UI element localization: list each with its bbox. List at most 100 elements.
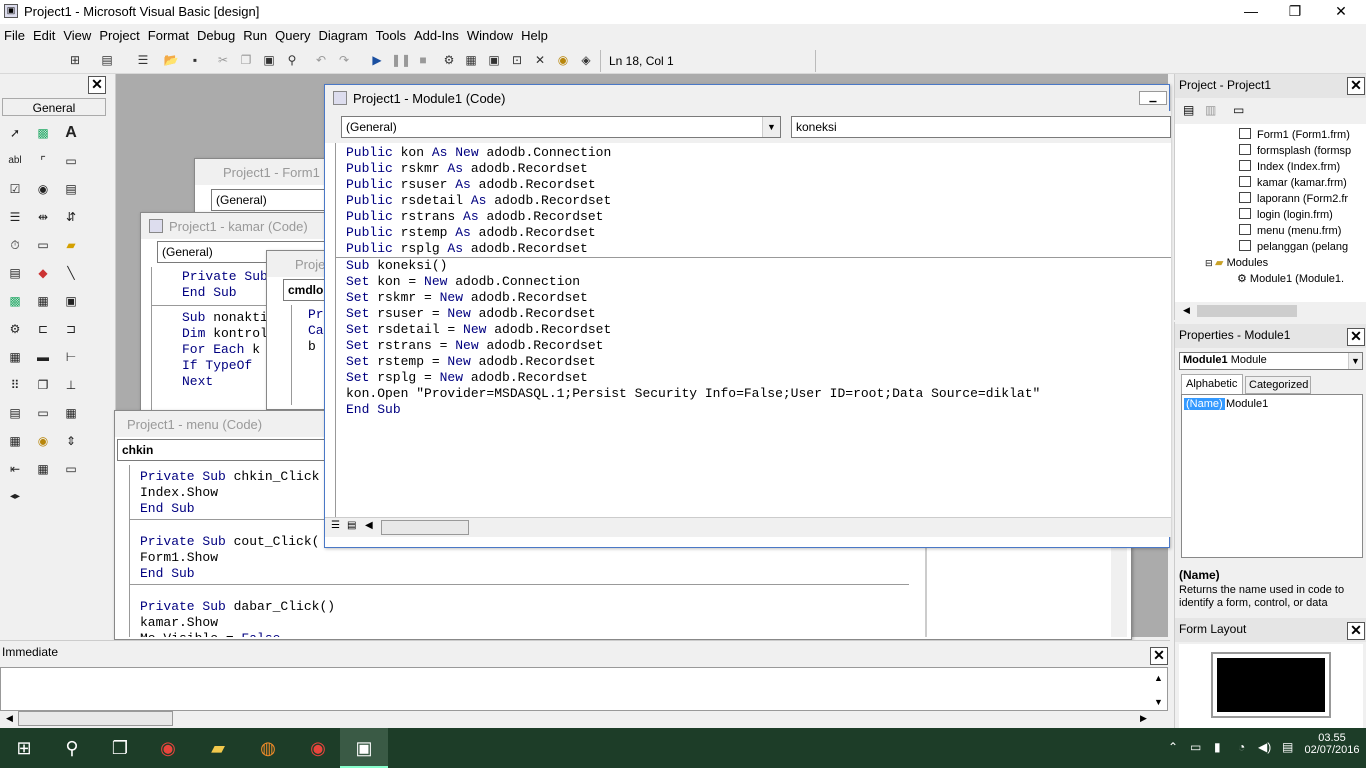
tab-alphabetic[interactable]: Alphabetic xyxy=(1181,374,1243,394)
close-button[interactable]: ✕ xyxy=(1318,0,1364,24)
action-center-icon[interactable]: ▤ xyxy=(1282,740,1293,754)
restore-button[interactable]: ❐ xyxy=(1272,0,1318,24)
menu-view[interactable]: View xyxy=(59,24,95,43)
chrome-user-icon[interactable]: ◉ xyxy=(304,734,332,762)
procedure-combo[interactable]: koneksi xyxy=(791,116,1171,138)
horizontal-scroll-thumb[interactable] xyxy=(381,520,469,535)
property-value-cell[interactable]: Module1 xyxy=(1226,398,1268,410)
undo-icon[interactable]: ↶ xyxy=(312,51,330,69)
immediate-hscrollbar[interactable]: ◀ ▶ xyxy=(0,711,1168,727)
commandbutton-icon[interactable]: ▭ xyxy=(60,150,82,172)
project-explorer-close-button[interactable]: ✕ xyxy=(1347,77,1365,95)
network-icon[interactable]: ◔ xyxy=(1238,740,1245,754)
tree-item-menu[interactable]: menu (menu.frm) xyxy=(1239,224,1341,237)
redo-icon[interactable]: ↷ xyxy=(335,51,353,69)
properties-window-icon[interactable]: ▦ xyxy=(462,51,480,69)
toggle-folders-icon[interactable]: ▭ xyxy=(1233,103,1244,117)
hscrollbar-icon[interactable]: ⇹ xyxy=(32,206,54,228)
menu-debug[interactable]: Debug xyxy=(193,24,239,43)
tabstrip-icon[interactable]: ▦ xyxy=(60,402,82,424)
scroll-left-arrow[interactable]: ◀ xyxy=(6,713,13,724)
form-layout-icon[interactable]: ▣ xyxy=(485,51,503,69)
keyboard-icon[interactable]: ▭ xyxy=(1190,740,1201,754)
tree-item-login[interactable]: login (login.frm) xyxy=(1239,208,1333,221)
scroll-down-arrow[interactable]: ▼ xyxy=(1154,697,1163,707)
find-icon[interactable]: ⚲ xyxy=(283,51,301,69)
paste-icon[interactable]: ▣ xyxy=(260,51,278,69)
tree-item-formsplash[interactable]: formsplash (formsp xyxy=(1239,144,1351,157)
start-icon[interactable]: ⊞ xyxy=(10,734,38,762)
menu-edit[interactable]: Edit xyxy=(29,24,59,43)
monthview-icon[interactable]: ▦ xyxy=(32,458,54,480)
animation-icon[interactable]: ◉ xyxy=(32,430,54,452)
vb-taskbar-button[interactable]: ▣ xyxy=(340,728,388,768)
battery-icon[interactable]: ▮ xyxy=(1214,740,1221,754)
pointer-icon[interactable]: ➚ xyxy=(4,122,26,144)
file-explorer-icon[interactable]: ▰ xyxy=(204,734,232,762)
start-icon[interactable]: ▶ xyxy=(368,51,386,69)
save-project-icon[interactable]: ▪ xyxy=(186,51,204,69)
end-icon[interactable]: ■ xyxy=(414,51,432,69)
object-browser-icon[interactable]: ⊡ xyxy=(508,51,526,69)
module1-minimize-button[interactable]: ▁ xyxy=(1139,91,1167,105)
datacombo-icon[interactable]: ⊐ xyxy=(60,318,82,340)
chevron-down-icon[interactable]: ▼ xyxy=(1348,353,1362,369)
scroll-thumb[interactable] xyxy=(1197,305,1297,317)
add-project-icon[interactable]: ⊞ xyxy=(66,51,84,69)
add-form-icon[interactable]: ▤ xyxy=(98,51,116,69)
tree-item-form1[interactable]: Form1 (Form1.frm) xyxy=(1239,128,1350,141)
data-control-icon[interactable]: ▦ xyxy=(32,290,54,312)
flatscrollbar-icon[interactable]: ⇤ xyxy=(4,458,26,480)
checkbox-icon[interactable]: ☑ xyxy=(4,178,26,200)
monitor-screen[interactable] xyxy=(1217,658,1325,712)
menu-window[interactable]: Window xyxy=(463,24,517,43)
slider-icon[interactable]: ⊥ xyxy=(60,374,82,396)
volume-icon[interactable]: ◀) xyxy=(1258,740,1271,754)
menu-file[interactable]: File xyxy=(0,24,29,43)
immediate-close-button[interactable]: ✕ xyxy=(1150,647,1168,665)
toolbox-close-button[interactable]: ✕ xyxy=(88,76,106,94)
listbox-icon[interactable]: ☰ xyxy=(4,206,26,228)
toolbar-control-icon[interactable]: ▭ xyxy=(32,402,54,424)
tree-item-pelanggan[interactable]: pelanggan (pelang xyxy=(1239,240,1348,253)
msflexgrid-icon[interactable]: ▦ xyxy=(4,430,26,452)
coolbar-icon[interactable]: ▭ xyxy=(60,458,82,480)
scroll-up-arrow[interactable]: ▲ xyxy=(1154,673,1163,683)
collapse-icon[interactable]: ⊟ xyxy=(1205,258,1215,268)
menu-query[interactable]: Query xyxy=(271,24,314,43)
menu-project[interactable]: Project xyxy=(95,24,143,43)
module1-code-window[interactable]: Project1 - Module1 (Code) ▁ (General) ▼ k… xyxy=(324,84,1171,548)
treeview-icon[interactable]: ⊢ xyxy=(60,346,82,368)
view-object-icon[interactable]: ▥ xyxy=(1205,103,1216,117)
object-combo[interactable]: (General) ▼ xyxy=(341,116,781,138)
more-tools-icon[interactable]: ◂▸ xyxy=(4,486,26,508)
open-project-icon[interactable]: 📂 xyxy=(162,51,180,69)
full-module-view-icon[interactable]: ▤ xyxy=(347,520,356,531)
properties-object-combo[interactable]: Module1 Module ▼ xyxy=(1179,352,1363,370)
shape-icon[interactable]: ◆ xyxy=(32,262,54,284)
datalist-icon[interactable]: ⊏ xyxy=(32,318,54,340)
cut-icon[interactable]: ✂ xyxy=(214,51,232,69)
progressbar-icon[interactable]: ▬ xyxy=(32,346,54,368)
project-explorer-hscrollbar[interactable]: ◀ xyxy=(1175,302,1366,320)
break-icon[interactable]: ❚❚ xyxy=(391,51,411,69)
chevron-down-icon[interactable]: ▼ xyxy=(762,117,780,137)
vscrollbar-icon[interactable]: ⇵ xyxy=(60,206,82,228)
frame-icon[interactable]: ⌜ xyxy=(32,150,54,172)
module1-code-editor[interactable]: Public kon As New adodb.Connection Public… xyxy=(335,143,1171,517)
procedure-view-icon[interactable]: ☰ xyxy=(331,520,340,531)
scroll-left-arrow[interactable]: ◀ xyxy=(1183,305,1190,316)
timer-icon[interactable]: ⏱ xyxy=(4,234,26,256)
task-view-icon[interactable]: ❐ xyxy=(106,734,134,762)
listview-icon[interactable]: ⠿ xyxy=(4,374,26,396)
toolbox-general-tab[interactable]: General xyxy=(2,98,106,116)
chrome-icon[interactable]: ◉ xyxy=(154,734,182,762)
ole-icon[interactable]: ▣ xyxy=(60,290,82,312)
menu-run[interactable]: Run xyxy=(239,24,271,43)
view-code-icon[interactable]: ▤ xyxy=(1183,103,1194,117)
tree-item-module1[interactable]: ⚙ Module1 (Module1. xyxy=(1237,272,1344,285)
scroll-left-arrow[interactable]: ◀ xyxy=(365,520,373,531)
tree-item-laporann[interactable]: laporann (Form2.fr xyxy=(1239,192,1348,205)
tree-item-kamar[interactable]: kamar (kamar.frm) xyxy=(1239,176,1347,189)
tree-folder-modules[interactable]: ⊟ ▰ Modules xyxy=(1205,256,1268,269)
